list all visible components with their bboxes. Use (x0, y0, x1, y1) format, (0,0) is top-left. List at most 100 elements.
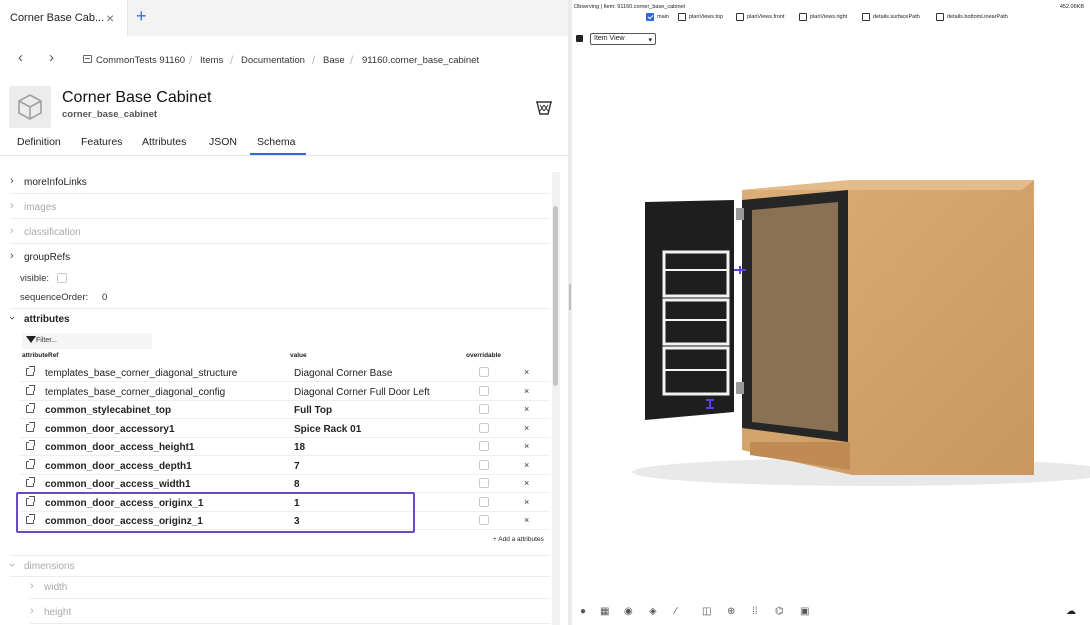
attribute-value[interactable]: Full Top (294, 405, 332, 416)
attribute-ref[interactable]: common_door_access_depth1 (45, 461, 192, 472)
remove-attribute-icon[interactable]: × (524, 515, 529, 525)
basket-icon[interactable] (535, 98, 553, 116)
forward-icon[interactable]: › (49, 49, 54, 66)
section-images[interactable]: › images (10, 197, 550, 219)
page-title: Corner Base Cabinet (62, 89, 212, 106)
section-moreinfolinks[interactable]: › moreInfoLinks (10, 172, 550, 194)
palette-icon[interactable]: ● (580, 606, 586, 617)
section-label: attributes (24, 314, 70, 325)
close-tab-icon[interactable]: × (106, 10, 114, 26)
tab-attributes[interactable]: Attributes (142, 136, 186, 148)
frame-icon[interactable]: ◫ (702, 606, 711, 617)
breadcrumb-project[interactable]: CommonTests 91160 (96, 55, 185, 66)
view-front-checkbox[interactable] (736, 13, 744, 21)
overridable-checkbox[interactable] (479, 515, 489, 525)
attribute-ref[interactable]: common_door_accessory1 (45, 424, 175, 435)
visible-checkbox[interactable] (57, 273, 67, 283)
external-link-icon[interactable] (26, 384, 35, 395)
overridable-checkbox[interactable] (479, 404, 489, 414)
overridable-checkbox[interactable] (479, 441, 489, 451)
tab-definition[interactable]: Definition (17, 136, 61, 148)
tab-schema[interactable]: Schema (257, 136, 296, 148)
attribute-ref[interactable]: common_door_access_height1 (45, 442, 195, 453)
hierarchy-icon[interactable]: ⌬ (775, 606, 784, 617)
attribute-value[interactable]: Diagonal Corner Base (294, 368, 392, 379)
view-top-checkbox[interactable] (678, 13, 686, 21)
breadcrumb-items[interactable]: Items (200, 55, 223, 66)
overridable-checkbox[interactable] (479, 422, 489, 433)
attribute-row[interactable]: common_door_access_height1 18 × (20, 438, 550, 456)
visible-label: visible: (20, 273, 50, 284)
attribute-value[interactable]: 18 (294, 442, 305, 453)
external-link-icon[interactable] (26, 458, 35, 469)
attribute-row[interactable]: common_door_access_depth1 7 × (20, 457, 550, 475)
external-link-icon[interactable] (26, 477, 35, 487)
remove-attribute-icon[interactable]: × (524, 386, 529, 396)
section-label: moreInfoLinks (24, 177, 87, 188)
cabinet-3d-render[interactable] (572, 150, 1090, 510)
sequence-order-value[interactable]: 0 (102, 292, 107, 303)
new-tab-icon[interactable]: + (136, 6, 147, 27)
attribute-row[interactable]: common_door_accessory1 Spice Rack 01 × (20, 420, 550, 438)
breadcrumb-documentation[interactable]: Documentation (241, 55, 305, 66)
overridable-checkbox[interactable] (479, 367, 489, 377)
attribute-value[interactable]: 7 (294, 461, 300, 472)
section-height[interactable]: › height (30, 602, 550, 624)
back-icon[interactable]: ‹ (18, 49, 23, 66)
tab-corner-base-cabinet[interactable]: Corner Base Cab... × (0, 0, 128, 36)
box-icon[interactable]: ◈ (649, 606, 657, 617)
external-link-icon[interactable] (26, 421, 35, 432)
attribute-row[interactable]: templates_base_corner_diagonal_structure… (20, 364, 550, 382)
attribute-row[interactable]: common_door_access_width1 8 × (20, 475, 550, 493)
view-surfacepath-checkbox[interactable] (862, 13, 870, 21)
remove-attribute-icon[interactable]: × (524, 497, 529, 507)
scrollbar-thumb[interactable] (553, 206, 558, 386)
tab-json[interactable]: JSON (209, 136, 237, 148)
remove-attribute-icon[interactable]: × (524, 441, 529, 451)
target-icon[interactable]: ⊕ (727, 606, 735, 617)
attribute-ref[interactable]: common_stylecabinet_top (45, 405, 171, 416)
section-grouprefs[interactable]: › groupRefs (10, 247, 550, 269)
breadcrumb-base[interactable]: Base (323, 55, 345, 66)
attribute-ref[interactable]: common_door_access_width1 (45, 479, 191, 490)
remove-attribute-icon[interactable]: × (524, 423, 529, 433)
overridable-checkbox[interactable] (479, 496, 489, 507)
remove-attribute-icon[interactable]: × (524, 460, 529, 470)
tab-features[interactable]: Features (81, 136, 122, 148)
attribute-value[interactable]: Spice Rack 01 (294, 424, 361, 435)
attribute-ref[interactable]: templates_base_corner_diagonal_config (45, 387, 225, 398)
attribute-filter-input[interactable]: Filter... (22, 333, 152, 349)
attribute-ref[interactable]: templates_base_corner_diagonal_structure (45, 368, 237, 379)
external-link-icon[interactable] (26, 403, 35, 413)
cloud-download-icon[interactable]: ☁ (1066, 606, 1076, 617)
view-bottomlinearpath-checkbox[interactable] (936, 13, 944, 21)
attribute-value[interactable]: Diagonal Corner Full Door Left (294, 387, 430, 398)
compass-icon[interactable]: ◉ (624, 606, 633, 617)
attribute-row[interactable]: templates_base_corner_diagonal_config Dia… (20, 383, 550, 401)
overridable-checkbox[interactable] (479, 385, 489, 396)
dots-grid-icon[interactable]: ⁞⁞ (752, 606, 758, 617)
view-select[interactable]: Item View ▾ (590, 33, 656, 45)
section-classification[interactable]: › classification (10, 222, 550, 244)
attribute-value[interactable]: 8 (294, 479, 300, 490)
external-link-icon[interactable] (26, 366, 35, 376)
section-dimensions[interactable]: › dimensions (6, 555, 550, 577)
section-width[interactable]: › width (30, 577, 550, 599)
remove-attribute-icon[interactable]: × (524, 367, 529, 377)
add-attributes-button[interactable]: + Add a attributes (493, 536, 544, 543)
overridable-checkbox[interactable] (479, 478, 489, 488)
view-main-checkbox[interactable] (646, 13, 654, 21)
attribute-row[interactable]: common_stylecabinet_top Full Top × (20, 401, 550, 419)
overridable-checkbox[interactable] (479, 459, 489, 470)
view-right-checkbox[interactable] (799, 13, 807, 21)
image-icon[interactable]: ▣ (800, 606, 809, 617)
section-attributes[interactable]: › attributes (6, 308, 550, 330)
brush-icon[interactable]: ∕ (675, 606, 677, 617)
grid-icon[interactable]: ▦ (600, 606, 609, 617)
vertical-scrollbar[interactable] (552, 172, 560, 625)
detail-tabs: Definition Features Attributes JSON Sche… (0, 132, 568, 156)
remove-attribute-icon[interactable]: × (524, 478, 529, 488)
section-label: width (44, 582, 68, 593)
external-link-icon[interactable] (26, 440, 35, 450)
remove-attribute-icon[interactable]: × (524, 404, 529, 414)
